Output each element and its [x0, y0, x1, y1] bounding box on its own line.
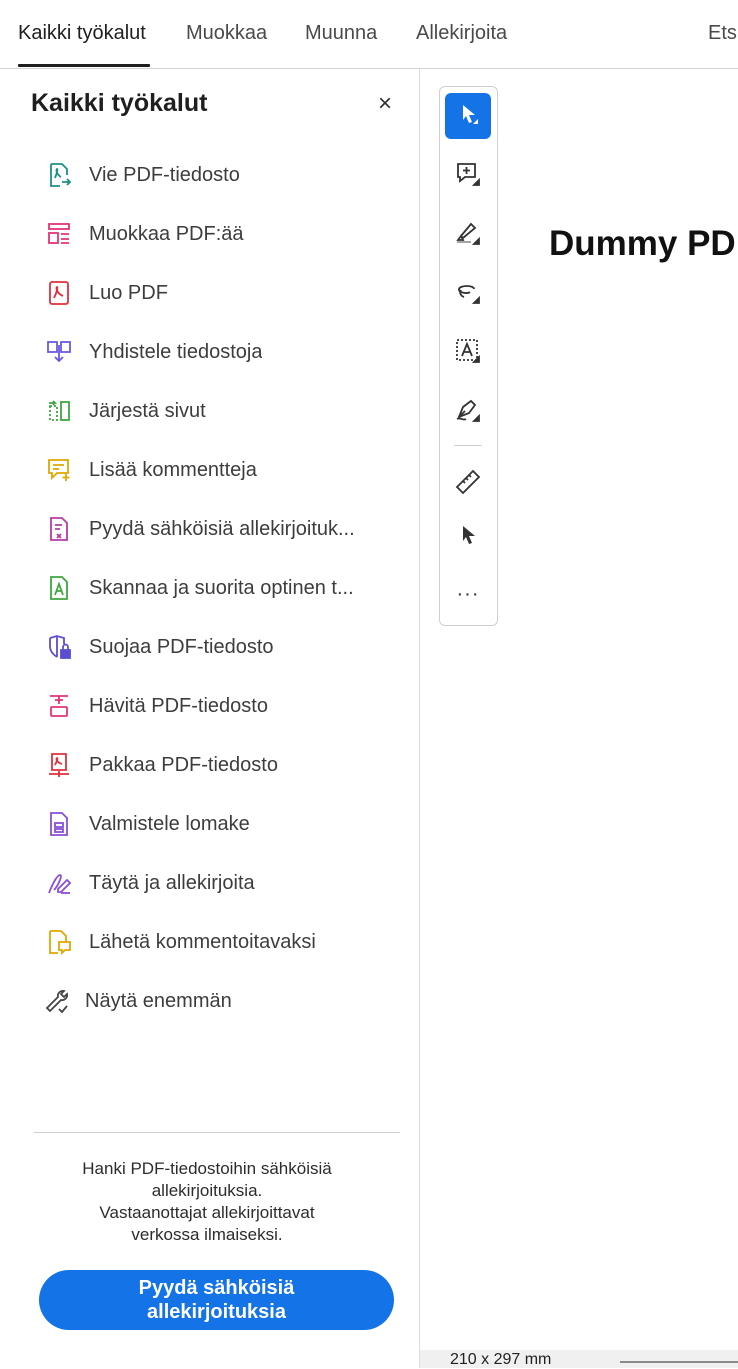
- top-tab-bar: Kaikki työkalut Muokkaa Muunna Allekirjo…: [0, 0, 738, 69]
- tab-search[interactable]: Ets: [708, 22, 737, 45]
- promo-line: Hanki PDF-tiedostoihin sähköisiä: [82, 1159, 332, 1178]
- tool-show-more[interactable]: Näytä enemmän: [30, 979, 390, 1023]
- text-box-icon: [453, 336, 483, 371]
- highlighter-icon: [453, 218, 483, 253]
- tool-send-for-comments[interactable]: Lähetä kommentoitavaksi: [30, 920, 390, 964]
- tool-fill-sign[interactable]: Täytä ja allekirjoita: [30, 861, 390, 905]
- tool-label: Luo PDF: [89, 281, 168, 304]
- tool-scan-ocr[interactable]: Skannaa ja suorita optinen t...: [30, 566, 390, 610]
- highlight-tool-button[interactable]: [445, 212, 491, 258]
- send-for-comment-icon: [44, 927, 74, 957]
- tab-convert[interactable]: Muunna: [305, 22, 377, 45]
- page-size-label: 210 x 297 mm: [450, 1351, 552, 1368]
- cta-line: allekirjoituksia: [147, 1301, 286, 1323]
- tool-protect-pdf[interactable]: Suojaa PDF-tiedosto: [30, 625, 390, 669]
- ruler-icon: [453, 467, 483, 502]
- create-pdf-icon: [44, 278, 74, 308]
- comment-plus-icon: [453, 159, 483, 194]
- status-bar: 210 x 297 mm: [420, 1350, 738, 1368]
- add-comment-icon: [44, 455, 74, 485]
- tool-add-comments[interactable]: Lisää kommentteja: [30, 448, 390, 492]
- request-esignatures-button[interactable]: Pyydä sähköisiä allekirjoituksia: [39, 1270, 394, 1330]
- esign-promo-text: Hanki PDF-tiedostoihin sähköisiä allekir…: [62, 1158, 352, 1246]
- panel-divider: [34, 1132, 400, 1133]
- tool-combine-files[interactable]: Yhdistele tiedostoja: [30, 330, 390, 374]
- tool-redact-pdf[interactable]: Hävitä PDF-tiedosto: [30, 684, 390, 728]
- wrench-icon: [42, 986, 72, 1016]
- edit-pdf-icon: [44, 219, 74, 249]
- tool-label: Järjestä sivut: [89, 399, 206, 422]
- quick-tools-toolbar: ···: [439, 86, 498, 626]
- tool-label: Hävitä PDF-tiedosto: [89, 694, 268, 717]
- promo-line: verkossa ilmaiseksi.: [131, 1225, 283, 1244]
- cta-line: Pyydä sähköisiä: [138, 1277, 295, 1299]
- tool-label: Muokkaa PDF:ää: [89, 222, 244, 245]
- zoom-slider-track[interactable]: [620, 1361, 738, 1363]
- tab-edit[interactable]: Muokkaa: [186, 22, 267, 45]
- tool-export-pdf[interactable]: Vie PDF-tiedosto: [30, 153, 390, 197]
- organize-pages-icon: [44, 396, 74, 426]
- scan-ocr-icon: [44, 573, 74, 603]
- combine-files-icon: [44, 337, 74, 367]
- tool-label: Yhdistele tiedostoja: [89, 340, 263, 363]
- tool-label: Valmistele lomake: [89, 812, 250, 835]
- redact-pdf-icon: [44, 691, 74, 721]
- compress-pdf-icon: [44, 750, 74, 780]
- tab-all-tools[interactable]: Kaikki työkalut: [18, 22, 146, 45]
- request-esign-icon: [44, 514, 74, 544]
- prepare-form-icon: [44, 809, 74, 839]
- fill-sign-icon: [44, 868, 74, 898]
- select-tool-button[interactable]: [445, 93, 491, 139]
- tool-edit-pdf[interactable]: Muokkaa PDF:ää: [30, 212, 390, 256]
- export-pdf-icon: [44, 160, 74, 190]
- pointer-tool-button[interactable]: [445, 514, 491, 560]
- tool-label: Vie PDF-tiedosto: [89, 163, 240, 186]
- draw-tool-button[interactable]: [445, 271, 491, 317]
- tool-label: Suojaa PDF-tiedosto: [89, 635, 274, 658]
- protect-pdf-icon: [44, 632, 74, 662]
- tool-request-esignatures[interactable]: Pyydä sähköisiä allekirjoituk...: [30, 507, 390, 551]
- tool-label: Lisää kommentteja: [89, 458, 257, 481]
- tool-label: Pyydä sähköisiä allekirjoituk...: [89, 517, 355, 540]
- tool-compress-pdf[interactable]: Pakkaa PDF-tiedosto: [30, 743, 390, 787]
- sign-tool-button[interactable]: [445, 389, 491, 435]
- promo-line: allekirjoituksia.: [151, 1181, 263, 1200]
- tool-label: Näytä enemmän: [85, 989, 232, 1012]
- text-recognition-tool-button[interactable]: [445, 330, 491, 376]
- tab-sign[interactable]: Allekirjoita: [416, 22, 507, 45]
- active-tab-indicator: [18, 64, 150, 67]
- pen-sign-icon: [453, 395, 483, 430]
- document-heading: Dummy PD: [549, 224, 736, 263]
- measure-tool-button[interactable]: [445, 461, 491, 507]
- lasso-icon: [453, 277, 483, 312]
- tool-create-pdf[interactable]: Luo PDF: [30, 271, 390, 315]
- close-panel-button[interactable]: ×: [372, 91, 398, 117]
- tool-prepare-form[interactable]: Valmistele lomake: [30, 802, 390, 846]
- more-tools-button[interactable]: ···: [445, 571, 491, 617]
- tool-label: Pakkaa PDF-tiedosto: [89, 753, 278, 776]
- tool-label: Skannaa ja suorita optinen t...: [89, 576, 354, 599]
- panel-title: Kaikki työkalut: [31, 89, 208, 117]
- toolbar-separator: [454, 445, 482, 446]
- pointer-icon: [453, 520, 483, 555]
- tool-organize-pages[interactable]: Järjestä sivut: [30, 389, 390, 433]
- all-tools-panel: Kaikki työkalut × Vie PDF-tiedosto Muokk…: [0, 69, 420, 1368]
- tool-label: Täytä ja allekirjoita: [89, 871, 255, 894]
- tool-label: Lähetä kommentoitavaksi: [89, 930, 316, 953]
- add-comment-tool-button[interactable]: [445, 153, 491, 199]
- cursor-icon: [454, 100, 482, 133]
- promo-line: Vastaanottajat allekirjoittavat: [99, 1203, 315, 1222]
